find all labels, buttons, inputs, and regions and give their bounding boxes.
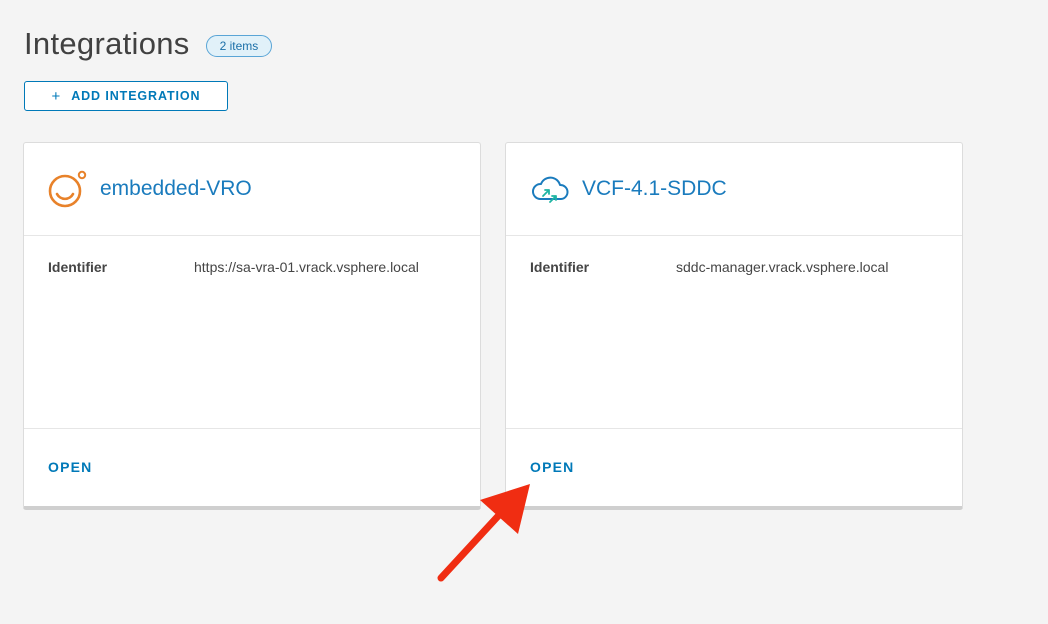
card-body: Identifier https://sa-vra-01.vrack.vsphe… [24,236,480,429]
title-row: Integrations 2 items [24,26,273,62]
identifier-value: sddc-manager.vrack.vsphere.local [676,259,889,275]
card-footer: OPEN [506,429,962,503]
integration-card: VCF-4.1-SDDC Identifier sddc-manager.vra… [505,142,963,510]
cloud-arrows-icon [528,167,572,211]
open-button[interactable]: OPEN [530,459,574,475]
integration-card: embedded-VRO Identifier https://sa-vra-0… [23,142,481,510]
identifier-label: Identifier [48,259,108,275]
add-integration-label: ADD INTEGRATION [71,89,201,103]
card-title[interactable]: VCF-4.1-SDDC [582,177,727,201]
card-footer: OPEN [24,429,480,503]
card-header: embedded-VRO [24,143,480,236]
plus-icon: + [51,87,62,105]
card-title[interactable]: embedded-VRO [100,177,252,201]
identifier-value: https://sa-vra-01.vrack.vsphere.local [194,259,419,275]
item-count-badge: 2 items [205,35,273,57]
vro-orbit-icon [46,167,90,211]
add-integration-button[interactable]: + ADD INTEGRATION [24,81,228,111]
card-header: VCF-4.1-SDDC [506,143,962,236]
open-button[interactable]: OPEN [48,459,92,475]
identifier-label: Identifier [530,259,590,275]
page-title: Integrations [24,26,190,61]
card-body: Identifier sddc-manager.vrack.vsphere.lo… [506,236,962,429]
integrations-page: Integrations 2 items + ADD INTEGRATION e… [0,0,1048,624]
